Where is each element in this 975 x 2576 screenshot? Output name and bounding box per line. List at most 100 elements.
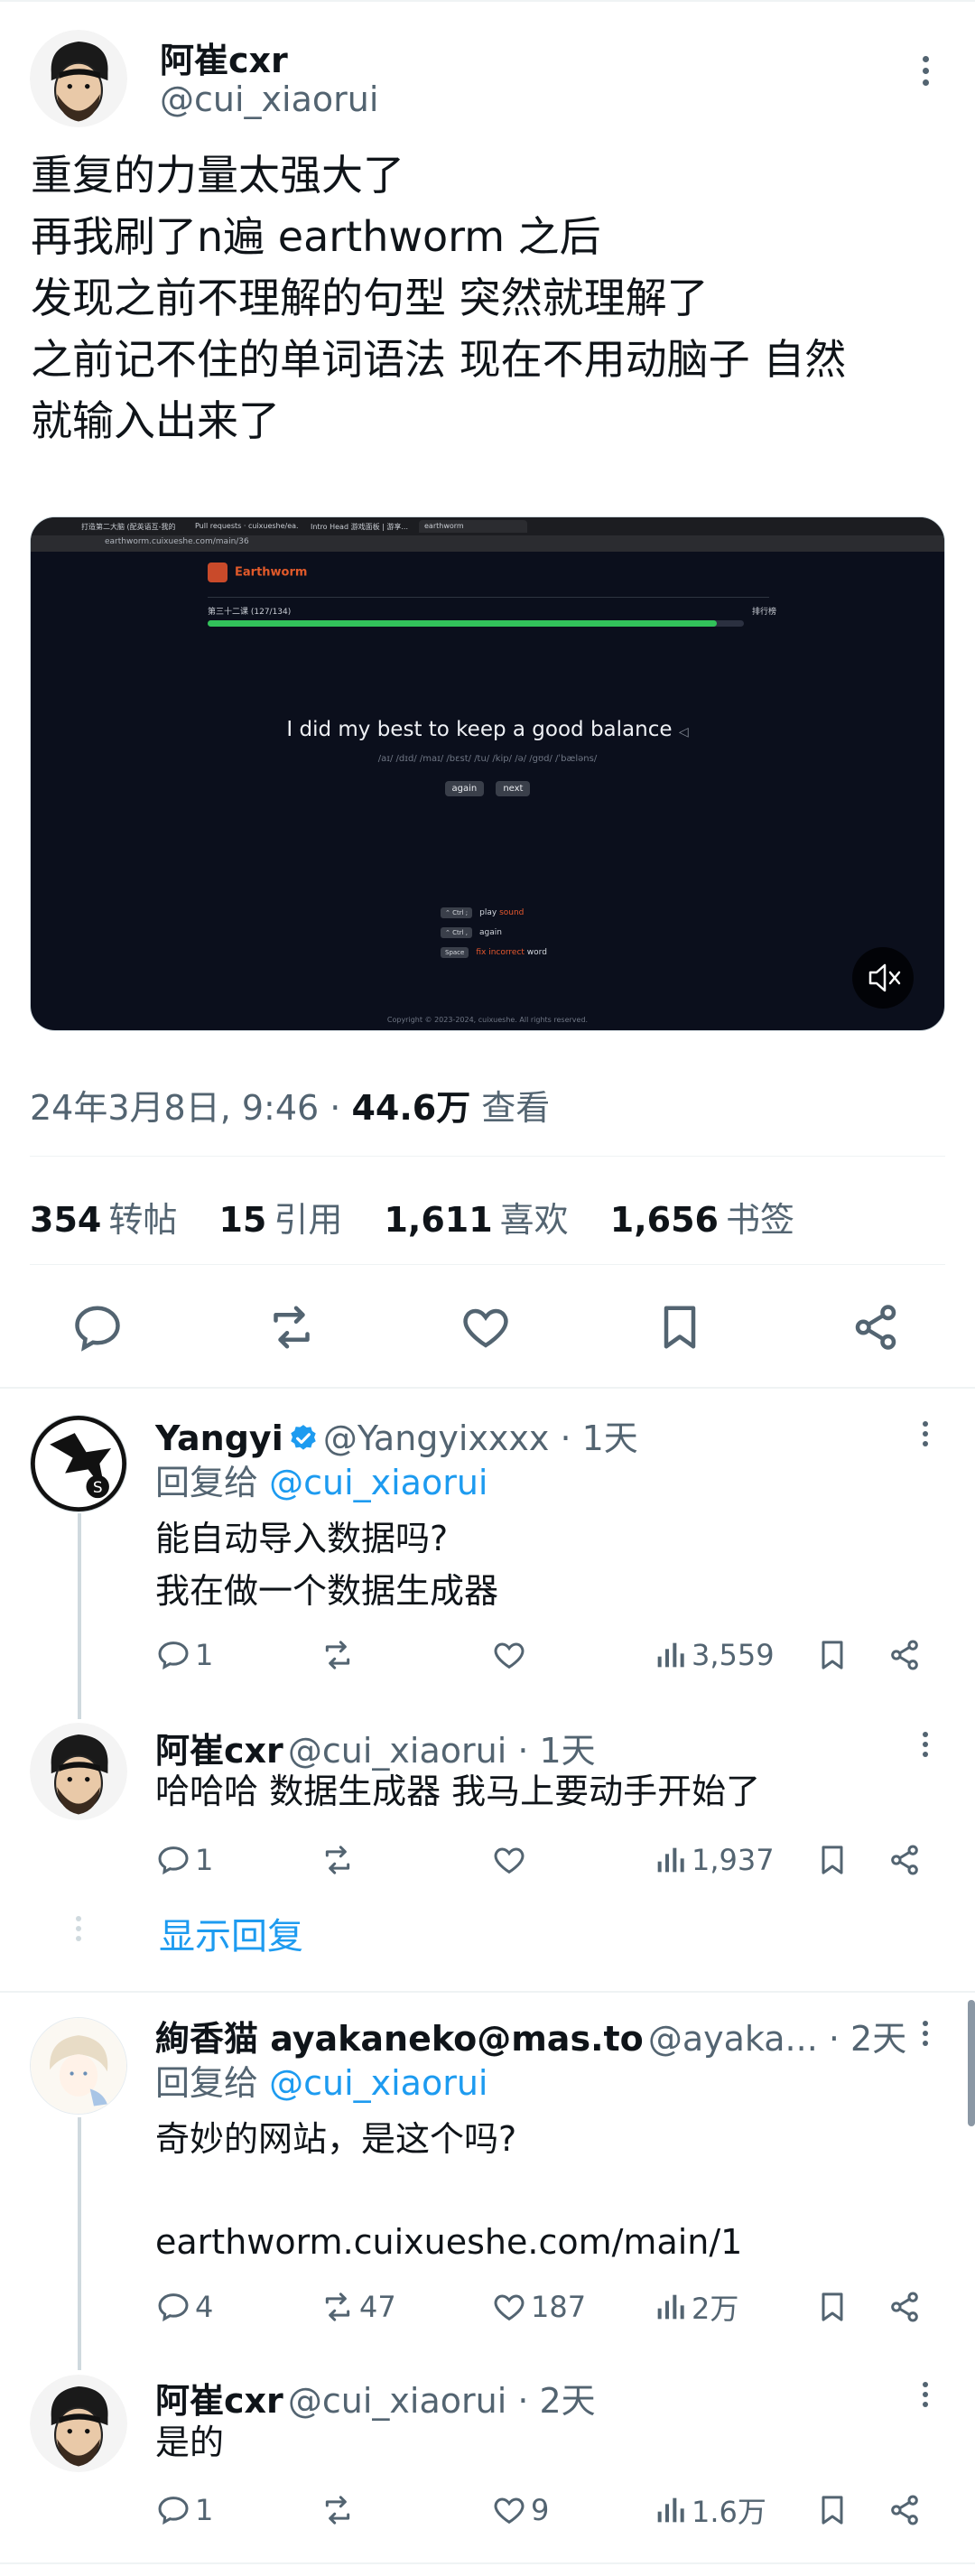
more-options-icon[interactable] xyxy=(923,2382,928,2412)
stat-likes[interactable]: 1,611 喜欢 xyxy=(384,1200,568,1240)
share-icon xyxy=(891,1640,918,1670)
reply-text: 是的 xyxy=(155,2416,224,2469)
reply-icon[interactable] xyxy=(70,1300,125,1354)
view-count[interactable]: 3,559 xyxy=(652,1634,775,1676)
like-count[interactable] xyxy=(491,1839,531,1881)
bookmark-button[interactable] xyxy=(814,1634,854,1676)
reply-avatar[interactable] xyxy=(30,2017,127,2115)
next-button[interactable]: next xyxy=(496,781,531,796)
tweet-line: 再我刷了n遍 earthworm 之后 xyxy=(31,212,601,261)
view-count[interactable]: 1.6万 xyxy=(652,2489,766,2531)
share-icon xyxy=(891,2495,918,2525)
reply-author-name[interactable]: 絢香猫 ayakaneko@mas.to xyxy=(155,2019,644,2059)
retweet-count[interactable] xyxy=(320,2489,359,2531)
author-handle[interactable]: @cui_xiaorui xyxy=(160,79,378,119)
reply-line: 哈哈哈 数据生成器 我马上要动手开始了 xyxy=(155,1772,761,1811)
retweet-icon[interactable] xyxy=(265,1300,319,1354)
section-divider xyxy=(0,1387,975,1389)
shortcut-key: Space xyxy=(441,947,469,958)
count: 1.6万 xyxy=(692,2495,766,2529)
timestamp[interactable]: 24年3月8日, 9:46 · xyxy=(30,1088,351,1128)
speaker-icon: ◁ xyxy=(678,725,689,739)
reply-to-handle[interactable]: @cui_xiaorui xyxy=(269,2063,488,2103)
media-screenshot[interactable]: 打造第二大脑 (配英语互-我的 Pull requests · cuixuesh… xyxy=(30,516,945,1031)
reply-count[interactable]: 1 xyxy=(155,2489,213,2531)
bookmark-icon xyxy=(822,1846,843,1874)
like-icon xyxy=(494,1642,525,1669)
retweet-icon xyxy=(325,2496,350,2525)
count: 2万 xyxy=(692,2292,739,2326)
share-button[interactable] xyxy=(887,1839,926,1881)
like-count[interactable]: 187 xyxy=(491,2286,586,2328)
show-replies-link[interactable]: 显示回复 xyxy=(159,1907,303,1959)
tweet-line: 就输入出来了 xyxy=(31,396,280,445)
retweet-count[interactable] xyxy=(320,1839,359,1881)
thread-connector xyxy=(78,1513,81,1719)
retweet-count[interactable]: 47 xyxy=(320,2286,396,2328)
scrollbar-thumb[interactable] xyxy=(968,2000,975,2126)
like-count[interactable]: 9 xyxy=(491,2489,549,2531)
lesson-label: 第三十二课 (127/134) xyxy=(208,608,292,617)
view-count[interactable]: 1,937 xyxy=(652,1839,775,1881)
share-button[interactable] xyxy=(887,2489,926,2531)
shortcut-highlight: sound xyxy=(499,908,525,917)
retweet-count[interactable] xyxy=(320,1634,359,1676)
reply-count[interactable]: 4 xyxy=(155,2286,213,2328)
count: 1 xyxy=(195,2493,214,2527)
view-count[interactable]: 2万 xyxy=(652,2286,738,2328)
mute-button[interactable] xyxy=(852,947,914,1009)
reply-header: 絢香猫 ayakaneko@mas.to @ayaka... · 2天 xyxy=(155,2011,906,2060)
top-border xyxy=(0,0,975,2)
share-icon xyxy=(891,2292,918,2322)
reply-author-handle[interactable]: @cui_xiaorui · 2天 xyxy=(288,2381,596,2421)
shortcut-row: ⌃ Ctrl , again xyxy=(441,927,502,938)
bookmark-button[interactable] xyxy=(814,1839,854,1881)
author-name[interactable]: 阿崔cxr xyxy=(160,33,288,82)
author-avatar[interactable] xyxy=(30,30,127,127)
like-icon xyxy=(494,2294,525,2321)
share-button[interactable] xyxy=(887,2286,926,2328)
shortcut-text: again xyxy=(479,928,502,937)
stat-retweets[interactable]: 354 转帖 xyxy=(30,1200,177,1240)
count: 4 xyxy=(195,2290,214,2324)
more-options-icon[interactable] xyxy=(923,2021,928,2051)
reply-author-handle[interactable]: @ayaka... · 2天 xyxy=(648,2019,906,2059)
more-options-icon[interactable] xyxy=(923,56,932,91)
shortcut-highlight: fix incorrect xyxy=(476,948,525,957)
reply-to: 回复给 @cui_xiaorui xyxy=(155,2057,488,2109)
reply-count[interactable]: 1 xyxy=(155,1839,213,1881)
tweet-stats: 354 转帖 15 引用 1,611 喜欢 1,656 书签 xyxy=(30,1192,825,1242)
reply-author-name[interactable]: Yangyi xyxy=(155,1418,283,1458)
reply-line: 我在做一个数据生成器 xyxy=(155,1571,499,1611)
reply-avatar[interactable] xyxy=(30,1723,127,1820)
views-count: 44.6万 xyxy=(351,1088,471,1128)
again-button[interactable]: again xyxy=(444,781,485,796)
like-icon[interactable] xyxy=(459,1300,513,1354)
reply-author-name[interactable]: 阿崔cxr xyxy=(155,2381,283,2421)
reply-avatar[interactable]: S xyxy=(30,1415,127,1512)
tweet-meta: 24年3月8日, 9:46 · 44.6万 查看 xyxy=(30,1080,550,1130)
reply-link[interactable]: earthworm.cuixueshe.com/main/1 xyxy=(155,2216,742,2268)
share-button[interactable] xyxy=(887,1634,926,1676)
stat-quotes[interactable]: 15 引用 xyxy=(218,1200,342,1240)
browser-tab: 打造第二大脑 (配英语互-我的 xyxy=(81,523,176,531)
share-icon[interactable] xyxy=(849,1300,903,1354)
stat-count: 1,656 xyxy=(609,1200,719,1240)
more-options-icon[interactable] xyxy=(923,1421,928,1451)
reply-avatar[interactable] xyxy=(30,2375,127,2472)
reply-icon xyxy=(158,1641,189,1670)
more-options-icon[interactable] xyxy=(923,1732,928,1762)
bookmark-icon[interactable] xyxy=(653,1300,707,1354)
svg-text:S: S xyxy=(93,1478,103,1496)
bookmark-button[interactable] xyxy=(814,2489,854,2531)
like-count[interactable] xyxy=(491,1634,531,1676)
practice-sentence-text: I did my best to keep a good balance xyxy=(286,718,673,741)
reply-author-handle[interactable]: @Yangyixxxx · 1天 xyxy=(323,1418,638,1458)
thread-dots xyxy=(76,1916,81,1946)
stat-label: 转帖 xyxy=(108,1200,178,1240)
stat-bookmarks[interactable]: 1,656 书签 xyxy=(610,1200,794,1240)
reply-to-handle[interactable]: @cui_xiaorui xyxy=(269,1463,488,1502)
count: 9 xyxy=(531,2493,550,2527)
bookmark-button[interactable] xyxy=(814,2286,854,2328)
reply-count[interactable]: 1 xyxy=(155,1634,213,1676)
